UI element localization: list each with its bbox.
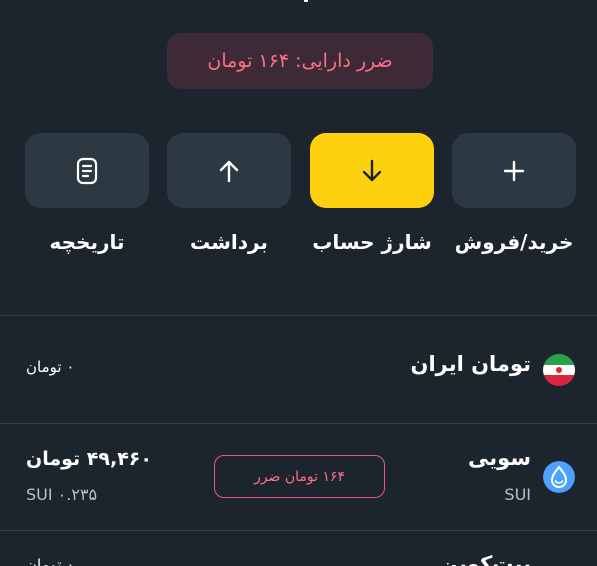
asset-amount: ۰ تومان: [26, 556, 75, 566]
asset-name: تومان ایران: [410, 352, 531, 376]
buy-sell-label: خرید/فروش: [454, 230, 574, 254]
iran-flag-icon: [543, 354, 575, 386]
buy-sell-button[interactable]: [452, 133, 576, 208]
arrow-down-icon: [362, 159, 382, 181]
history-document-icon: [76, 157, 98, 184]
withdraw-label: برداشت: [190, 230, 268, 254]
asset-symbol: SUI: [504, 485, 531, 504]
plus-icon: [503, 160, 525, 181]
asset-name: سویی: [468, 446, 531, 470]
deposit-label: شارژ حساب: [312, 230, 432, 254]
asset-loss-text: ۱۶۴ تومان ضرر: [254, 468, 346, 485]
withdraw-button[interactable]: [167, 133, 291, 208]
asset-amount: ۴۹,۴۶۰ تومان: [26, 448, 152, 470]
history-label: تاریخچه: [49, 230, 125, 254]
row-divider: [0, 530, 597, 531]
total-loss-badge: ضرر دارایی: ۱۶۴ تومان: [167, 33, 433, 89]
asset-amount: ۰ تومان: [26, 358, 75, 376]
row-divider: [0, 423, 597, 424]
sui-coin-icon: [543, 461, 575, 493]
asset-quantity: SUI ۰.۲۳۵: [26, 485, 98, 504]
history-button[interactable]: [25, 133, 149, 208]
deposit-button[interactable]: [310, 133, 434, 208]
asset-name: بیت‌کوین: [440, 552, 531, 566]
asset-loss-badge: ۱۶۴ تومان ضرر: [214, 455, 385, 498]
section-divider: [0, 315, 597, 316]
arrow-up-icon: [219, 160, 239, 182]
wallet-screen: ضرر دارایی: ۱۶۴ تومان خرید/فروش شارژ حسا…: [0, 0, 597, 566]
total-loss-text: ضرر دارایی: ۱۶۴ تومان: [207, 50, 393, 72]
header-fragment: [304, 0, 308, 2]
